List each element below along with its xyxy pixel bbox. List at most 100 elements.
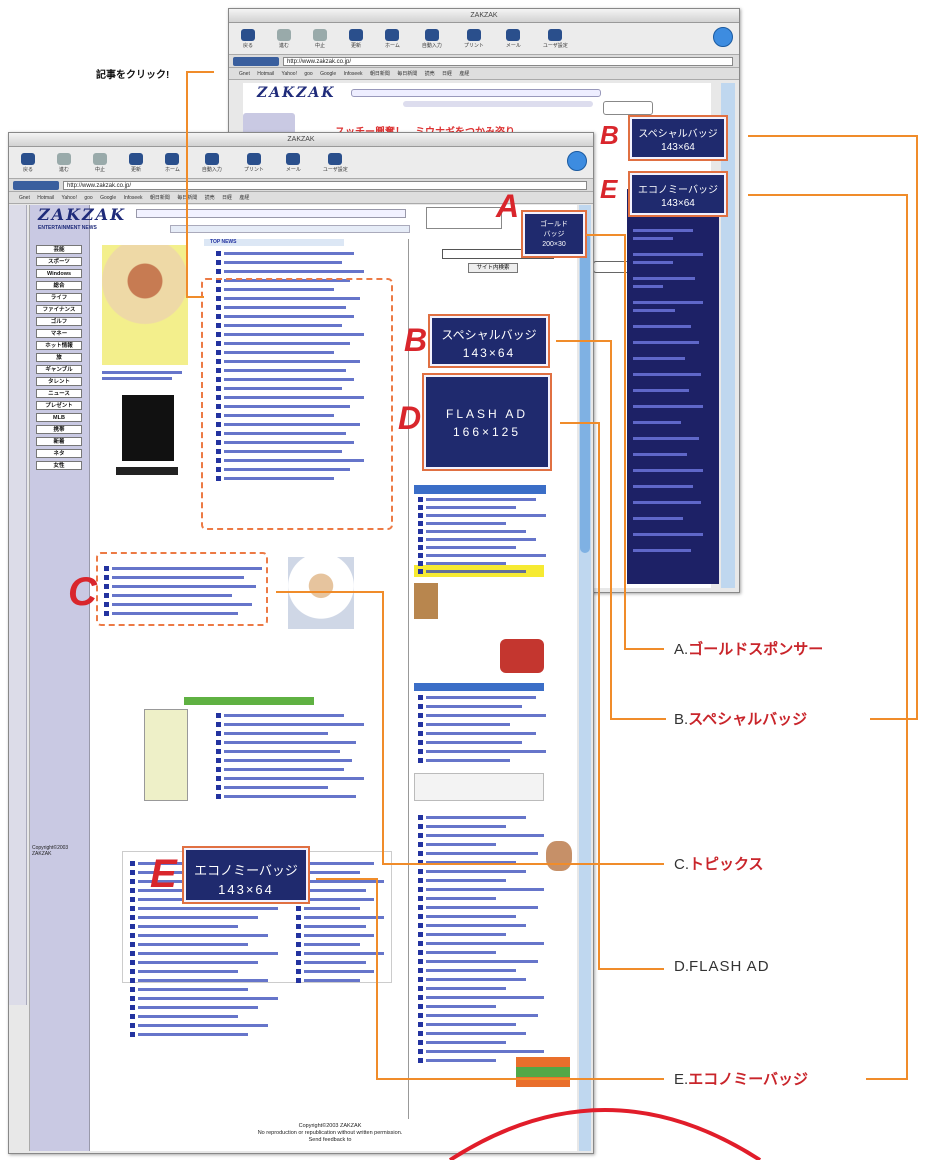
link-row[interactable] [418, 722, 510, 727]
link-row[interactable] [216, 251, 354, 256]
link-row[interactable] [418, 905, 538, 910]
gold-sponsor-ad[interactable]: ゴールド バッジ 200×30 [523, 212, 585, 256]
link-row[interactable] [418, 977, 526, 982]
link-row[interactable] [418, 968, 516, 973]
rail-link[interactable] [633, 253, 703, 256]
link-row[interactable] [418, 497, 536, 502]
link-row[interactable] [104, 566, 262, 571]
link-row[interactable] [418, 986, 506, 991]
front-autofill-button[interactable]: 自動入力 [202, 152, 222, 173]
link-row[interactable] [418, 851, 538, 856]
back-home-button[interactable]: ホーム [385, 28, 400, 49]
rail-link[interactable] [633, 517, 683, 520]
link-row[interactable] [130, 951, 278, 956]
rail-link[interactable] [633, 285, 663, 288]
link-row[interactable] [130, 942, 248, 947]
link-row[interactable] [418, 740, 522, 745]
link-row[interactable] [130, 933, 268, 938]
link-row[interactable] [130, 924, 238, 929]
link-row[interactable] [418, 505, 516, 510]
link-row[interactable] [130, 1005, 258, 1010]
rail-link[interactable] [633, 325, 691, 328]
back-special-badge-ad[interactable]: スペシャルバッジ 143×64 [630, 117, 726, 159]
link-row[interactable] [418, 824, 506, 829]
rail-link[interactable] [633, 301, 703, 304]
nav-item[interactable]: 芸能 [36, 245, 82, 254]
front-prefs-button[interactable]: ユーザ設定 [323, 152, 348, 173]
link-row[interactable] [216, 749, 340, 754]
link-row[interactable] [130, 915, 258, 920]
link-row[interactable] [418, 1004, 496, 1009]
back-url-field[interactable]: http://www.zakzak.co.jp/ [283, 56, 733, 66]
link-row[interactable] [216, 731, 328, 736]
link-row[interactable] [418, 1049, 544, 1054]
back-autofill-button[interactable]: 自動入力 [422, 28, 442, 49]
rail-link[interactable] [633, 357, 685, 360]
link-row[interactable] [296, 960, 366, 965]
back-print-button[interactable]: プリント [464, 28, 484, 49]
nav-item[interactable]: スポーツ [36, 257, 82, 266]
front-forward-button[interactable]: 進む [57, 152, 71, 173]
link-row[interactable] [418, 887, 544, 892]
right-buttons[interactable] [516, 1057, 570, 1087]
rail-link[interactable] [633, 469, 703, 472]
back-back-button[interactable]: 戻る [241, 28, 255, 49]
link-row[interactable] [130, 987, 248, 992]
link-row[interactable] [296, 906, 360, 911]
rail-link[interactable] [633, 229, 693, 232]
link-row[interactable] [418, 529, 526, 534]
rail-link[interactable] [633, 261, 673, 264]
rail-link[interactable] [633, 405, 703, 408]
nav-item[interactable]: ファイナンス [36, 305, 82, 314]
link-row[interactable] [130, 1023, 268, 1028]
link-row[interactable] [418, 923, 526, 928]
category-tabs[interactable] [170, 225, 410, 233]
economy-badge-ad[interactable]: エコノミーバッジ 143×64 [184, 848, 308, 902]
link-row[interactable] [130, 1014, 238, 1019]
nav-item[interactable]: マネー [36, 329, 82, 338]
right-promo[interactable] [500, 639, 544, 673]
link-row[interactable] [418, 569, 526, 574]
front-back-button[interactable]: 戻る [21, 152, 35, 173]
link-row[interactable] [418, 842, 496, 847]
nav-item[interactable]: ホット情報 [36, 341, 82, 350]
link-row[interactable] [418, 914, 516, 919]
link-row[interactable] [216, 722, 364, 727]
back-economy-badge-ad[interactable]: エコノミーバッジ 143×64 [630, 173, 726, 215]
link-row[interactable] [296, 924, 366, 929]
link-row[interactable] [216, 794, 356, 799]
front-refresh-button[interactable]: 更新 [129, 152, 143, 173]
back-favorites-bar[interactable]: Gnet Hotmail Yahoo! goo Google Infoseek … [229, 68, 739, 80]
link-row[interactable] [418, 545, 516, 550]
link-row[interactable] [296, 915, 384, 920]
rail-link[interactable] [633, 501, 701, 504]
front-home-button[interactable]: ホーム [165, 152, 180, 173]
rail-link[interactable] [633, 549, 691, 552]
link-row[interactable] [130, 906, 278, 911]
link-row[interactable] [418, 896, 496, 901]
rail-link[interactable] [633, 389, 689, 392]
link-row[interactable] [216, 260, 342, 265]
link-row[interactable] [418, 1058, 496, 1063]
link-row[interactable] [216, 776, 364, 781]
nav-item[interactable]: 総合 [36, 281, 82, 290]
rail-link[interactable] [633, 421, 681, 424]
link-row[interactable] [296, 969, 374, 974]
back-logo[interactable]: ZAKZAK [257, 85, 336, 101]
link-row[interactable] [216, 269, 364, 274]
topics-photo[interactable] [288, 557, 354, 629]
link-row[interactable] [418, 1031, 526, 1036]
link-row[interactable] [296, 978, 360, 983]
rail-link[interactable] [633, 533, 703, 536]
link-row[interactable] [418, 815, 526, 820]
link-row[interactable] [418, 959, 538, 964]
rail-link[interactable] [633, 453, 687, 456]
link-row[interactable] [130, 960, 258, 965]
link-row[interactable] [130, 1032, 248, 1037]
footer-feedback[interactable]: Send feedback to [180, 1137, 480, 1143]
rail-link[interactable] [633, 341, 699, 344]
link-row[interactable] [130, 978, 268, 983]
featured-photo[interactable] [102, 245, 188, 365]
link-row[interactable] [296, 942, 360, 947]
link-row[interactable] [216, 758, 352, 763]
